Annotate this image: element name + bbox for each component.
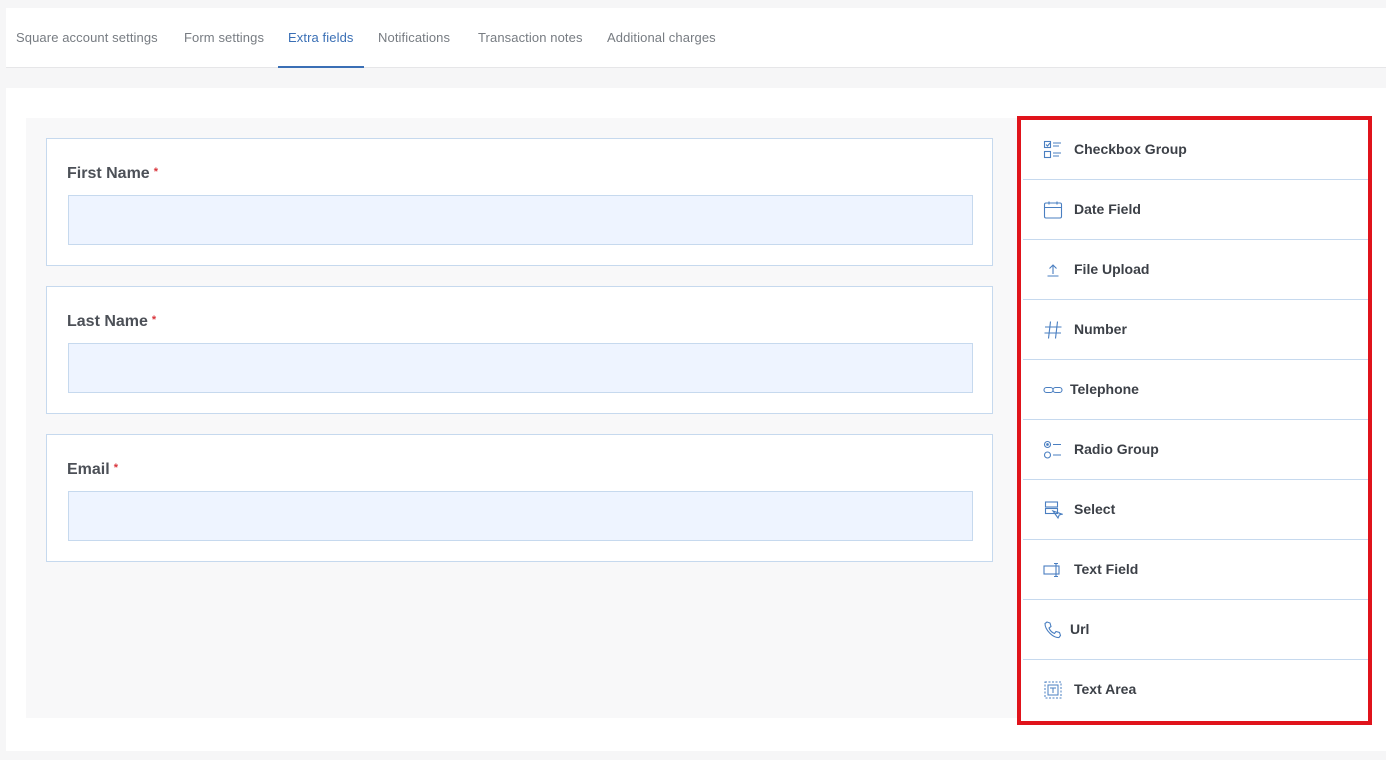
form-field-last-name[interactable]: Last Name * bbox=[46, 286, 993, 414]
palette-item-text-field[interactable]: Text Field bbox=[1023, 540, 1368, 600]
palette-item-label: Url bbox=[1070, 621, 1090, 637]
first-name-input[interactable] bbox=[68, 195, 973, 245]
text-field-icon bbox=[1043, 560, 1063, 580]
upload-icon bbox=[1043, 260, 1063, 280]
tab-additional-charges[interactable]: Additional charges bbox=[607, 8, 716, 68]
palette-item-label: Number bbox=[1074, 321, 1127, 337]
tab-form-settings[interactable]: Form settings bbox=[184, 8, 264, 68]
settings-tab-bar: Square account settings Form settings Ex… bbox=[6, 8, 1386, 68]
palette-item-radio-group[interactable]: Radio Group bbox=[1023, 420, 1368, 480]
form-field-first-name[interactable]: First Name * bbox=[46, 138, 993, 266]
link-icon bbox=[1043, 380, 1063, 400]
palette-item-label: Text Area bbox=[1074, 681, 1137, 697]
checkbox-group-icon bbox=[1043, 140, 1063, 160]
palette-item-number[interactable]: Number bbox=[1023, 300, 1368, 360]
palette-item-label: Date Field bbox=[1074, 201, 1141, 217]
tab-notifications[interactable]: Notifications bbox=[378, 8, 450, 68]
email-input[interactable] bbox=[68, 491, 973, 541]
radio-group-icon bbox=[1043, 440, 1063, 460]
tab-extra-fields[interactable]: Extra fields bbox=[288, 8, 354, 68]
field-type-palette: Checkbox Group Date Field File Upload Nu… bbox=[1017, 116, 1372, 725]
palette-item-text-area[interactable]: Text Area bbox=[1023, 660, 1368, 720]
palette-item-label: Text Field bbox=[1074, 561, 1139, 577]
palette-item-label: Radio Group bbox=[1074, 441, 1159, 457]
palette-item-select[interactable]: Select bbox=[1023, 480, 1368, 540]
field-label-text: Email bbox=[67, 461, 110, 478]
palette-item-checkbox-group[interactable]: Checkbox Group bbox=[1023, 120, 1368, 180]
palette-item-telephone[interactable]: Telephone bbox=[1023, 360, 1368, 420]
palette-item-file-upload[interactable]: File Upload bbox=[1023, 240, 1368, 300]
field-label: Last Name * bbox=[67, 313, 156, 331]
select-icon bbox=[1043, 500, 1065, 520]
text-area-icon bbox=[1043, 680, 1063, 700]
tab-transaction-notes[interactable]: Transaction notes bbox=[478, 8, 583, 68]
phone-icon bbox=[1043, 620, 1063, 640]
palette-item-label: Telephone bbox=[1070, 381, 1139, 397]
required-mark: * bbox=[153, 166, 158, 178]
form-field-email[interactable]: Email * bbox=[46, 434, 993, 562]
calendar-icon bbox=[1043, 200, 1063, 220]
field-label: Email * bbox=[67, 461, 118, 479]
required-mark: * bbox=[151, 314, 157, 326]
field-label: First Name * bbox=[67, 165, 158, 183]
last-name-input[interactable] bbox=[68, 343, 973, 393]
palette-item-label: Checkbox Group bbox=[1074, 141, 1187, 157]
required-mark: * bbox=[113, 462, 118, 474]
active-tab-indicator bbox=[278, 66, 364, 68]
palette-item-label: File Upload bbox=[1074, 261, 1150, 277]
palette-item-date-field[interactable]: Date Field bbox=[1023, 180, 1368, 240]
field-label-text: Last Name bbox=[67, 313, 148, 330]
field-label-text: First Name bbox=[67, 165, 150, 182]
palette-item-label: Select bbox=[1074, 501, 1116, 517]
palette-item-url[interactable]: Url bbox=[1023, 600, 1368, 660]
hash-icon bbox=[1043, 320, 1063, 340]
tab-square-account-settings[interactable]: Square account settings bbox=[16, 8, 158, 68]
